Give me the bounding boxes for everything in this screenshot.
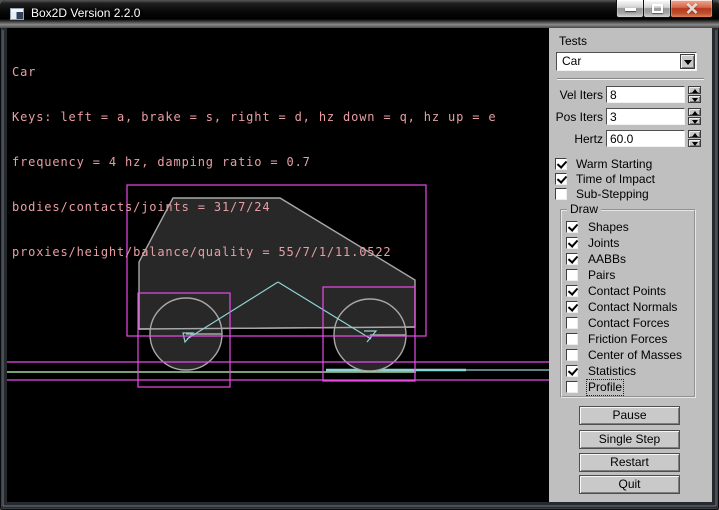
frame-edge-right <box>715 30 717 506</box>
pos-iters-input[interactable] <box>606 108 685 125</box>
spin-down-button[interactable] <box>688 95 701 103</box>
frame-edge-bottom <box>3 505 716 507</box>
test-select-value: Car <box>562 54 581 69</box>
arrow-down-icon <box>692 98 698 102</box>
minimize-button[interactable] <box>616 0 644 18</box>
spin-up-button[interactable] <box>688 130 701 138</box>
separator <box>557 78 704 80</box>
checkbox-label: Friction Forces <box>588 333 667 346</box>
window-title: Box2D Version 2.2.0 <box>31 6 140 20</box>
checkbox-label: Contact Normals <box>588 301 677 314</box>
checkbox-box[interactable] <box>566 301 578 313</box>
checkbox-label: Time of Impact <box>576 173 655 186</box>
hertz-row: Hertz <box>549 130 712 147</box>
spin-down-button[interactable] <box>688 117 701 125</box>
checkbox-box[interactable] <box>555 188 567 200</box>
checkbox-box[interactable] <box>566 365 578 377</box>
checkbox-box[interactable] <box>566 285 578 297</box>
checkbox-label: Profile <box>588 381 622 394</box>
dropdown-arrow-button[interactable] <box>680 54 695 69</box>
checkbox-label: Shapes <box>588 221 629 234</box>
close-button[interactable] <box>670 0 713 18</box>
vel-iters-input[interactable] <box>606 86 685 103</box>
spin-up-button[interactable] <box>688 108 701 116</box>
checkbox-label: Contact Points <box>588 285 666 298</box>
checkbox-label: Center of Masses <box>588 349 682 362</box>
checkbox-box[interactable] <box>555 158 567 170</box>
chevron-down-icon <box>684 60 692 65</box>
simulation-canvas[interactable]: Car Keys: left = a, brake = s, right = d… <box>7 28 549 502</box>
title-bar[interactable]: Box2D Version 2.2.0 <box>0 0 719 28</box>
frame-edge-left <box>2 30 4 506</box>
tests-label: Tests <box>559 34 587 48</box>
arrow-down-icon <box>692 120 698 124</box>
minimize-icon <box>625 8 636 11</box>
keys-help-text: Keys: left = a, brake = s, right = d, hz… <box>12 110 496 125</box>
test-select-dropdown[interactable]: Car <box>556 52 697 71</box>
checkbox-box[interactable] <box>566 317 578 329</box>
checkbox-box[interactable] <box>566 333 578 345</box>
spin-down-button[interactable] <box>688 139 701 147</box>
restart-button[interactable]: Restart <box>579 453 680 472</box>
pos-iters-spinner <box>688 108 701 125</box>
checkbox-box[interactable] <box>566 253 578 265</box>
checkbox-label: Sub-Stepping <box>576 188 649 201</box>
single-step-button[interactable]: Single Step <box>579 430 680 449</box>
test-title-text: Car <box>12 65 496 80</box>
maximize-icon <box>652 4 663 13</box>
arrow-down-icon <box>692 142 698 146</box>
draw-group-label: Draw <box>567 203 601 216</box>
checkbox-box[interactable] <box>566 381 578 393</box>
pause-button[interactable]: Pause <box>579 406 680 425</box>
stats-proxies-text: proxies/height/balance/quality = 55/7/1/… <box>12 245 496 260</box>
checkbox-box[interactable] <box>566 237 578 249</box>
window-controls <box>617 0 713 18</box>
app-window: Box2D Version 2.2.0 <box>0 0 719 510</box>
checkbox-label: Contact Forces <box>588 317 669 330</box>
pos-iters-label: Pos Iters <box>549 110 603 124</box>
checkbox-label: Warm Starting <box>576 158 652 171</box>
hertz-label: Hertz <box>549 132 603 146</box>
checkbox-box[interactable] <box>566 349 578 361</box>
arrow-up-icon <box>692 89 698 93</box>
quit-button[interactable]: Quit <box>579 475 680 494</box>
vel-iters-label: Vel Iters <box>549 88 603 102</box>
checkbox-label: Joints <box>588 237 619 250</box>
close-icon <box>686 3 698 14</box>
spin-up-button[interactable] <box>688 86 701 94</box>
stats-bodies-text: bodies/contacts/joints = 31/7/24 <box>12 200 496 215</box>
arrow-up-icon <box>692 133 698 137</box>
arrow-up-icon <box>692 111 698 115</box>
maximize-button[interactable] <box>643 0 671 18</box>
hertz-spinner <box>688 130 701 147</box>
checkbox-box[interactable] <box>566 269 578 281</box>
app-icon <box>10 8 24 20</box>
control-panel: Tests Car Vel Iters Pos Iters He <box>549 28 712 502</box>
checkbox-label: Statistics <box>588 365 636 378</box>
checkbox-label: AABBs <box>588 253 626 266</box>
vel-iters-spinner <box>688 86 701 103</box>
checkbox-label: Pairs <box>588 269 615 282</box>
hertz-input[interactable] <box>606 130 685 147</box>
pos-iters-row: Pos Iters <box>549 108 712 125</box>
debug-text-overlay: Car Keys: left = a, brake = s, right = d… <box>12 35 496 290</box>
checkbox-box[interactable] <box>566 221 578 233</box>
checkbox-box[interactable] <box>555 173 567 185</box>
draw-group-box: Draw Shapes Joints AABBs Pairs Contact P… <box>560 209 696 398</box>
vel-iters-row: Vel Iters <box>549 86 712 103</box>
frequency-text: frequency = 4 hz, damping ratio = 0.7 <box>12 155 496 170</box>
